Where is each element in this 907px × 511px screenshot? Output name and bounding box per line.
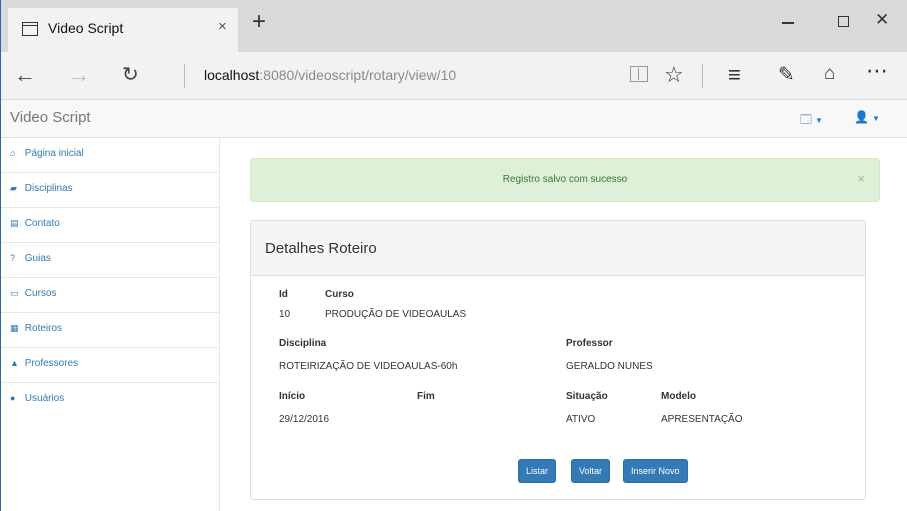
toolbar-separator — [702, 64, 703, 88]
page-viewport: Video Script 🗔 ▼ 👤 ▼ ⌂ Página inicial ▰ Di… — [0, 100, 907, 511]
id-value: 10 — [279, 309, 291, 320]
tab-close-icon[interactable]: × — [218, 18, 227, 35]
modelo-label: Modelo — [661, 391, 696, 402]
modelo-value: APRESENTAÇÃO — [661, 414, 743, 425]
situacao-label: Situação — [566, 391, 608, 402]
browser-address-bar: ← → ↻ localhost:8080/videoscript/rotary/… — [0, 52, 907, 100]
url-field[interactable]: localhost:8080/videoscript/rotary/view/1… — [204, 67, 456, 83]
curso-value: PRODUÇÃO DE VIDEOAULAS — [325, 309, 467, 320]
professor-label: Professor — [566, 338, 613, 349]
hub-icon[interactable]: ≡ — [728, 62, 741, 88]
window-minimize-icon[interactable] — [782, 22, 794, 24]
sidebar-item-label: Cursos — [24, 288, 57, 299]
sidebar-item-pagina-inicial[interactable]: ⌂ Página inicial — [0, 138, 220, 173]
courses-icon: ▭ — [10, 288, 19, 298]
url-path: :8080/videoscript/rotary/view/10 — [259, 67, 457, 83]
refresh-icon[interactable]: ↻ — [122, 62, 139, 87]
app-brand[interactable]: Video Script — [10, 109, 91, 126]
disciplina-label: Disciplina — [279, 338, 327, 349]
user-icon: 👤 — [854, 110, 869, 124]
browser-tab[interactable]: Video Script × — [8, 8, 238, 52]
panel-title: Detalhes Roteiro — [265, 240, 377, 257]
sidebar-item-label: Disciplinas — [24, 183, 73, 194]
forward-icon[interactable]: → — [68, 62, 90, 88]
alert-message: Registro salvo com sucesso — [502, 174, 628, 185]
language-dropdown[interactable]: 🗔 ▼ — [800, 111, 823, 130]
sidebar-item-usuarios[interactable]: ● Usuários — [0, 383, 220, 418]
sidebar-item-guias[interactable]: ? Guias — [0, 243, 220, 278]
user-dropdown[interactable]: 👤 ▼ — [854, 110, 880, 124]
contact-icon: ▤ — [10, 218, 19, 228]
sidebar-item-disciplinas[interactable]: ▰ Disciplinas — [0, 173, 220, 208]
inserir-novo-button[interactable]: Inserir Novo — [623, 459, 688, 483]
id-label: Id — [279, 289, 288, 300]
more-icon[interactable]: ⋯ — [866, 58, 889, 84]
sidebar-item-label: Contato — [24, 218, 60, 229]
curso-label: Curso — [325, 289, 354, 300]
book-icon: ▰ — [10, 183, 17, 193]
sidebar-item-roteiros[interactable]: ▦ Roteiros — [0, 313, 220, 348]
reading-view-icon[interactable] — [630, 66, 648, 82]
alert-close-icon[interactable]: × — [857, 171, 865, 186]
situacao-value: ATIVO — [566, 414, 596, 425]
user-icon: ● — [10, 393, 16, 403]
url-host: localhost — [204, 67, 260, 83]
sidebar-item-professores[interactable]: ▲ Professores — [0, 348, 220, 383]
sidebar-item-label: Página inicial — [24, 148, 84, 159]
sidebar-item-contato[interactable]: ▤ Contato — [0, 208, 220, 243]
language-icon: 🗔 — [800, 114, 812, 126]
caret-down-icon: ▼ — [814, 116, 823, 125]
tab-title: Video Script — [48, 20, 124, 36]
success-alert: Registro salvo com sucesso × — [250, 158, 880, 202]
new-tab-icon[interactable]: + — [252, 10, 266, 34]
sidebar: ⌂ Página inicial ▰ Disciplinas ▤ Contato… — [0, 138, 220, 511]
window-maximize-icon[interactable] — [838, 16, 849, 27]
teachers-icon: ▲ — [10, 358, 19, 368]
fim-label: Fim — [417, 391, 435, 402]
inicio-value: 29/12/2016 — [279, 414, 330, 425]
sidebar-item-label: Professores — [24, 358, 79, 369]
inicio-label: Início — [279, 391, 306, 402]
address-separator — [184, 64, 185, 88]
window-frame-edge — [0, 0, 1, 511]
panel-header: Detalhes Roteiro — [251, 221, 865, 276]
share-icon[interactable]: ⌂ — [824, 63, 835, 85]
script-icon: ▦ — [10, 323, 19, 333]
back-icon[interactable]: ← — [14, 62, 36, 88]
sidebar-item-label: Roteiros — [24, 323, 63, 334]
tab-page-icon — [22, 22, 38, 36]
sidebar-item-cursos[interactable]: ▭ Cursos — [0, 278, 220, 313]
help-icon: ? — [10, 253, 16, 263]
professor-value: GERALDO NUNES — [566, 361, 653, 372]
details-panel: Detalhes Roteiro Id Curso 10 PRODUÇÃO DE… — [250, 220, 866, 500]
browser-tab-bar: Video Script × + ✕ — [0, 0, 907, 52]
app-navbar: Video Script 🗔 ▼ 👤 ▼ — [0, 100, 907, 138]
voltar-button[interactable]: Voltar — [571, 459, 611, 483]
star-icon[interactable]: ☆ — [664, 62, 684, 88]
sidebar-item-label: Guias — [24, 253, 51, 264]
sidebar-item-label: Usuários — [24, 393, 65, 404]
home-icon: ⌂ — [10, 148, 16, 158]
listar-button[interactable]: Listar — [518, 459, 557, 483]
window-close-icon[interactable]: ✕ — [875, 10, 889, 30]
disciplina-value: ROTEIRIZAÇÃO DE VIDEOAULAS-60h — [279, 361, 458, 372]
caret-down-icon: ▼ — [871, 114, 880, 123]
web-note-icon[interactable]: ✎ — [778, 62, 795, 87]
